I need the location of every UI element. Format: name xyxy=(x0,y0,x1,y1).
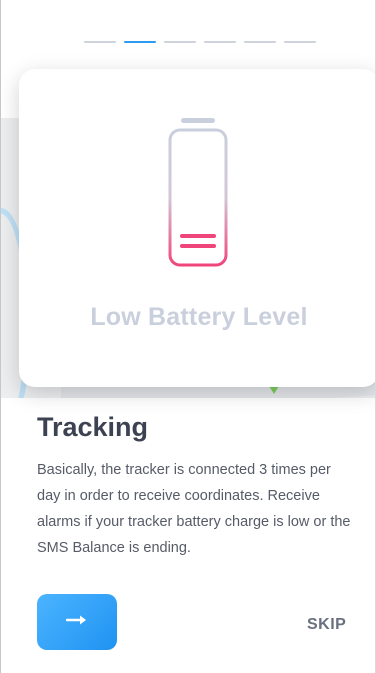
skip-button[interactable]: SKIP xyxy=(307,616,346,634)
page-dot-active[interactable] xyxy=(124,41,156,43)
page-dot[interactable] xyxy=(84,41,116,43)
page-indicator xyxy=(84,41,316,43)
low-battery-icon xyxy=(167,117,229,272)
description-text: Basically, the tracker is connected 3 ti… xyxy=(37,462,351,556)
page-title: Tracking xyxy=(37,412,149,442)
page-dot[interactable] xyxy=(244,41,276,43)
next-button[interactable] xyxy=(37,594,117,650)
card-title: Low Battery Level xyxy=(90,303,308,331)
arrow-right-icon xyxy=(65,613,88,631)
map-pin-icon xyxy=(269,386,279,394)
onboarding-screen: Low Battery Level Tracking Basically, th… xyxy=(0,0,376,673)
feature-card: Low Battery Level xyxy=(19,69,375,387)
page-dot[interactable] xyxy=(164,41,196,43)
page-dot[interactable] xyxy=(204,41,236,43)
page-dot[interactable] xyxy=(284,41,316,43)
